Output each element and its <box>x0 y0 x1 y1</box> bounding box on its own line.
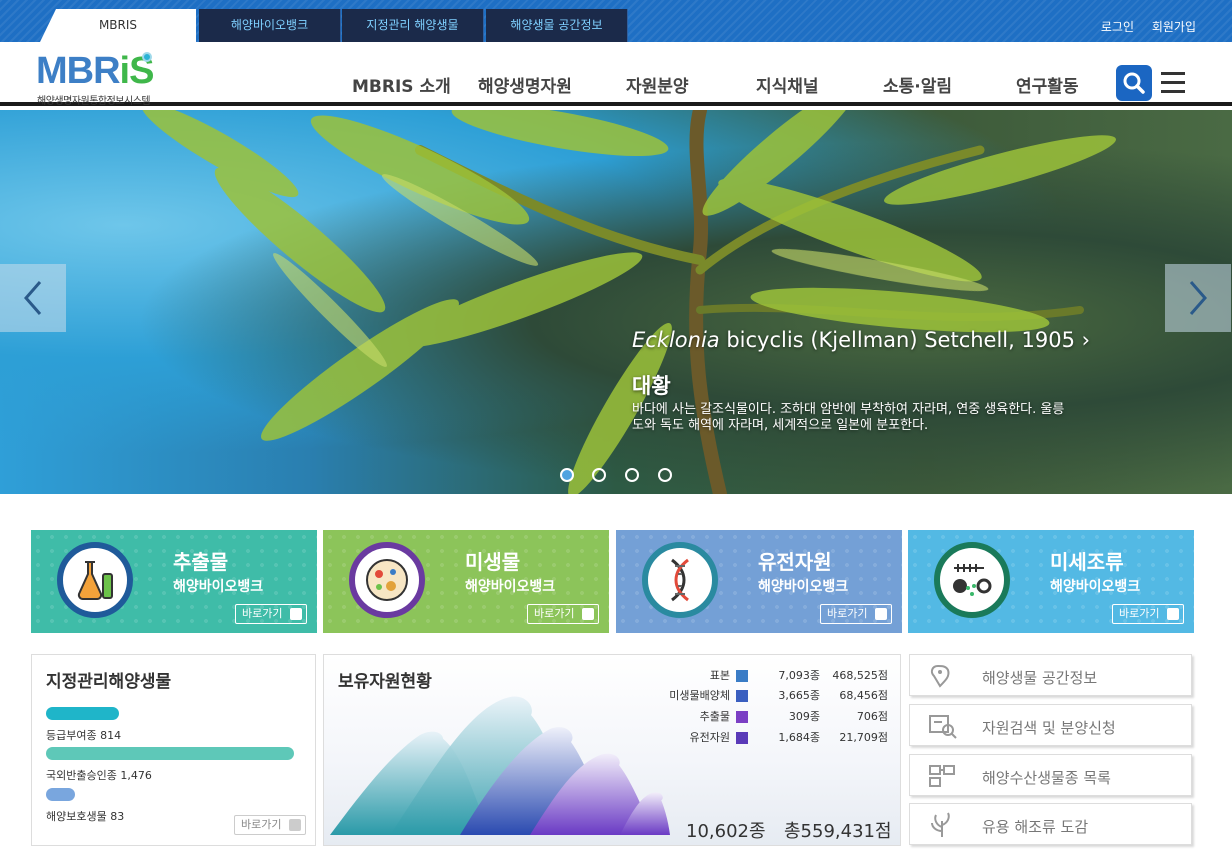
card-subtitle: 해양바이오뱅크 <box>173 579 264 595</box>
header: MBRiS 해양생명자원통합정보시스템 MBRIS 소개 해양생명자원 자원분양… <box>0 42 1232 107</box>
graded-species-bar <box>46 707 119 720</box>
total-species: 10,602종 <box>686 821 766 842</box>
external-link-icon <box>1167 608 1179 620</box>
total-items: 총559,431점 <box>784 821 892 842</box>
kelp-photo-background <box>141 110 1116 494</box>
hierarchy-icon <box>929 765 955 787</box>
nav-marine-resources[interactable]: 해양생명자원 <box>478 72 572 97</box>
tab-marine-spatial-info[interactable]: 해양생물 공간정보 <box>486 9 628 42</box>
card-subtitle: 해양바이오뱅크 <box>758 579 849 595</box>
map-pin-icon <box>930 664 950 688</box>
quick-link-seaweed-guide[interactable]: 유용 해조류 도감 <box>909 803 1192 845</box>
export-approved-label: 국외반출승인종 1,476 <box>46 769 152 782</box>
nav-research[interactable]: 연구활동 <box>1016 72 1079 97</box>
seaweed-icon <box>931 812 950 837</box>
graded-species-label: 등급부여종 814 <box>46 729 122 742</box>
protected-species-label: 해양보호생물 83 <box>46 810 125 823</box>
slider-dot[interactable] <box>592 468 606 482</box>
external-link-icon <box>289 819 301 831</box>
slider-dot[interactable] <box>658 468 672 482</box>
card-microbe-biobank[interactable]: 미생물 해양바이오뱅크 바로가기 <box>323 530 609 633</box>
quick-link-label: 해양수산생물종 목록 <box>982 769 1111 787</box>
search-document-icon <box>929 715 957 739</box>
logo-subtitle: 해양생명자원통합정보시스템 <box>37 96 151 107</box>
quick-link-label: 자원검색 및 분양신청 <box>982 719 1116 737</box>
flask-icon <box>77 561 113 600</box>
card-title: 미생물 <box>465 550 521 574</box>
chevron-left-icon <box>24 281 42 315</box>
tab-mbris[interactable]: MBRIS <box>40 9 196 42</box>
holdings-status-panel: 보유자원현황 표본 7,093종 468,525점 미생물배양체 3,665종 68,4… <box>323 654 901 846</box>
logo[interactable]: MBRiS 해양생명자원통합정보시스템 <box>36 50 186 107</box>
slider-dot[interactable] <box>625 468 639 482</box>
slider-next-button[interactable] <box>1165 264 1231 332</box>
external-link-icon <box>875 608 887 620</box>
logo-dot-icon <box>142 52 152 62</box>
petri-dish-icon <box>366 559 408 601</box>
card-extract-biobank[interactable]: 추출물 해양바이오뱅크 바로가기 <box>31 530 317 633</box>
tab-designated-marine-life[interactable]: 지정관리 해양생물 <box>342 9 484 42</box>
logo-wordmark: MBRiS <box>36 50 154 92</box>
card-subtitle: 해양바이오뱅크 <box>1050 579 1141 595</box>
hero-caption: Ecklonia bicyclis (Kjellman) Setchell, 1… <box>632 328 1090 434</box>
wave-illustration <box>330 696 670 835</box>
top-links: 로그인 회원가입 <box>1087 18 1196 35</box>
protected-species-bar <box>46 788 75 801</box>
nav-resource-distribution[interactable]: 자원분양 <box>626 72 689 97</box>
hero-description: 바다에 사는 갈조식물이다. 조하대 암반에 부착하여 자라며, 연중 생육한다… <box>632 402 1065 433</box>
slider-dot[interactable] <box>560 468 574 482</box>
card-title: 미세조류 <box>1050 550 1124 574</box>
card-go-button[interactable]: 바로가기 <box>527 604 599 624</box>
hero-slider: Ecklonia bicyclis (Kjellman) Setchell, 1… <box>0 110 1232 494</box>
card-title: 추출물 <box>173 550 229 574</box>
quick-link-label: 해양생물 공간정보 <box>982 669 1098 687</box>
top-bar: MBRIS 해양바이오뱅크 지정관리 해양생물 해양생물 공간정보 로그인 회원… <box>0 0 1232 42</box>
external-link-icon <box>582 608 594 620</box>
card-go-button[interactable]: 바로가기 <box>235 604 307 624</box>
card-title: 유전자원 <box>758 550 832 574</box>
quick-link-species-list[interactable]: 해양수산생물종 목록 <box>909 754 1192 796</box>
login-link[interactable]: 로그인 <box>1101 20 1134 34</box>
hamburger-menu-button[interactable] <box>1161 72 1185 94</box>
panel-go-button[interactable]: 바로가기 <box>234 815 306 835</box>
designated-marine-life-panel: 지정관리해양생물 등급부여종 814 국외반출승인종 1,476 해양보호생물 … <box>31 654 316 846</box>
quick-link-spatial-info[interactable]: 해양생물 공간정보 <box>909 654 1192 696</box>
card-genetic-biobank[interactable]: 유전자원 해양바이오뱅크 바로가기 <box>616 530 902 633</box>
card-go-button[interactable]: 바로가기 <box>1112 604 1184 624</box>
microalgae-icon <box>953 564 992 596</box>
chevron-right-icon: › <box>1081 328 1091 352</box>
chevron-right-icon <box>1189 281 1207 315</box>
quick-link-label: 유용 해조류 도감 <box>982 818 1089 836</box>
nav-mbris-intro[interactable]: MBRIS 소개 <box>352 72 451 97</box>
search-button[interactable] <box>1116 65 1152 101</box>
nav-communication[interactable]: 소통·알림 <box>883 72 952 97</box>
hero-scientific-name-link[interactable]: Ecklonia bicyclis (Kjellman) Setchell, 1… <box>632 328 1090 352</box>
nav-knowledge-channel[interactable]: 지식채널 <box>756 72 819 97</box>
card-go-button[interactable]: 바로가기 <box>820 604 892 624</box>
export-approved-bar <box>46 747 294 760</box>
quick-link-resource-search[interactable]: 자원검색 및 분양신청 <box>909 704 1192 746</box>
slider-prev-button[interactable] <box>0 264 66 332</box>
panel-title: 지정관리해양생물 <box>46 672 172 692</box>
card-microalgae-biobank[interactable]: 미세조류 해양바이오뱅크 바로가기 <box>908 530 1194 633</box>
card-subtitle: 해양바이오뱅크 <box>465 579 556 595</box>
external-link-icon <box>290 608 302 620</box>
dna-icon <box>671 558 689 602</box>
tab-marine-biobank[interactable]: 해양바이오뱅크 <box>199 9 341 42</box>
hero-common-name: 대황 <box>632 374 671 398</box>
signup-link[interactable]: 회원가입 <box>1152 20 1196 34</box>
search-icon <box>1123 72 1145 94</box>
